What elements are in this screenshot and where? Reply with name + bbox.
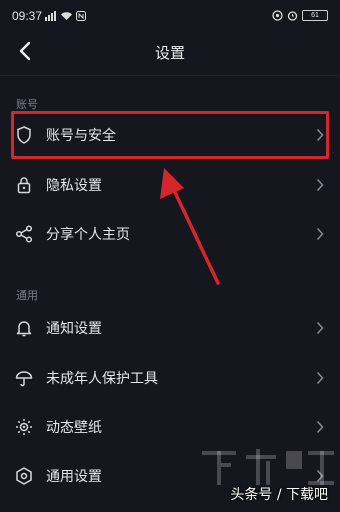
chevron-right-icon [316, 371, 324, 385]
hexagon-gear-icon [16, 467, 32, 485]
settings-item-label: 分享个人主页 [46, 227, 130, 243]
settings-item-label: 通知设置 [46, 321, 102, 337]
watermark-caption: 头条号 / 下载吧 [230, 487, 328, 503]
settings-item-label: 未成年人保护工具 [46, 371, 158, 387]
app-header: 设置 [0, 30, 340, 74]
chevron-right-icon [316, 321, 324, 335]
status-icons-right: 61 [272, 9, 328, 21]
nfc-icon [76, 11, 86, 21]
eye-comfort-icon [272, 9, 283, 21]
settings-item-label: 通用设置 [46, 469, 102, 485]
header-divider [0, 75, 340, 76]
section-label-account: 账号 [16, 98, 38, 111]
settings-item-label: 动态壁纸 [46, 420, 102, 436]
wallpaper-icon [16, 419, 32, 435]
settings-item-minor-protection[interactable]: 未成年人保护工具 [0, 355, 340, 401]
share-icon [15, 225, 33, 243]
signal-icon [45, 11, 56, 21]
settings-item-privacy[interactable]: 隐私设置 [0, 162, 340, 208]
lock-icon [17, 177, 31, 194]
settings-item-label: 隐私设置 [46, 178, 102, 194]
umbrella-icon [15, 371, 33, 387]
status-icons-left [45, 10, 86, 22]
wifi-icon [61, 12, 72, 20]
status-bar: 09:37 61 [0, 0, 340, 30]
chevron-right-icon [316, 227, 324, 241]
chevron-right-icon [316, 420, 324, 434]
battery-indicator: 61 [302, 9, 328, 21]
settings-item-live-wallpaper[interactable]: 动态壁纸 [0, 404, 340, 450]
settings-item-share-profile[interactable]: 分享个人主页 [0, 211, 340, 257]
highlight-box [11, 111, 329, 159]
status-time: 09:37 [12, 9, 43, 23]
bell-icon [16, 321, 32, 337]
alarm-icon [287, 10, 298, 21]
section-label-general: 通用 [16, 289, 38, 302]
settings-item-notifications[interactable]: 通知设置 [0, 305, 340, 351]
chevron-right-icon [316, 178, 324, 192]
page-title: 设置 [154, 44, 185, 62]
